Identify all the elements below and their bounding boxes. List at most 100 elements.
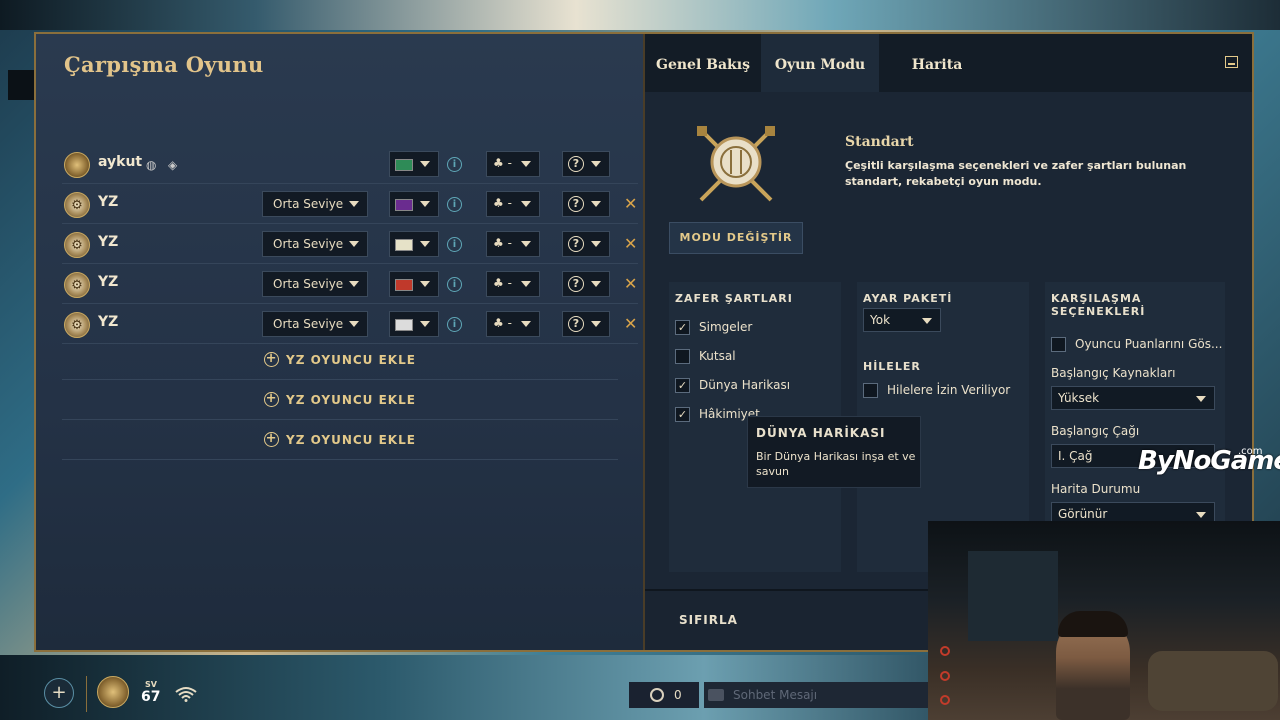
victory-label: Dünya Harikası xyxy=(699,378,791,392)
tab-game-mode[interactable]: Oyun Modu xyxy=(761,34,879,92)
add-ai-label: YZ OYUNCU EKLE xyxy=(286,392,416,407)
add-ai-player-button[interactable]: + YZ OYUNCU EKLE xyxy=(62,420,618,460)
civilization-dropdown[interactable] xyxy=(389,311,439,337)
add-button[interactable]: + xyxy=(44,678,74,708)
info-icon[interactable]: i xyxy=(447,197,462,212)
difficulty-dropdown[interactable]: Orta Seviye xyxy=(262,271,368,297)
civilization-dropdown[interactable] xyxy=(389,231,439,257)
team-icon: ♣ - xyxy=(493,276,512,290)
webcam-streamer-hair xyxy=(1058,611,1128,637)
color-dropdown[interactable]: ? xyxy=(562,151,610,177)
tab-map[interactable]: Harita xyxy=(879,34,995,92)
tab-overview[interactable]: Genel Bakış xyxy=(645,34,761,92)
team-value: - xyxy=(507,276,512,290)
ai-avatar-icon: ⚙ xyxy=(64,312,90,338)
difficulty-dropdown[interactable]: Orta Seviye xyxy=(262,191,368,217)
question-icon: ? xyxy=(568,196,584,212)
webcam-overlay xyxy=(928,521,1280,720)
civilization-dropdown[interactable] xyxy=(389,271,439,297)
team-dropdown[interactable]: ♣ - xyxy=(486,231,540,257)
victory-checkbox[interactable] xyxy=(675,349,690,364)
online-count: 0 xyxy=(674,688,682,702)
civilization-dropdown[interactable] xyxy=(389,191,439,217)
info-icon[interactable]: i xyxy=(447,317,462,332)
start-resources-dropdown[interactable]: Yüksek xyxy=(1051,386,1215,410)
remove-player-button[interactable]: ✕ xyxy=(624,234,637,253)
player-name: YZ xyxy=(98,274,119,290)
start-resources-value: Yüksek xyxy=(1058,391,1100,405)
team-icon: ♣ - xyxy=(493,236,512,250)
team-dropdown[interactable]: ♣ - xyxy=(486,191,540,217)
friends-icon xyxy=(650,688,664,702)
victory-checkbox[interactable]: ✓ xyxy=(675,320,690,335)
mode-name: Standart xyxy=(845,134,914,150)
difficulty-value: Orta Seviye xyxy=(273,277,344,291)
info-icon[interactable]: i xyxy=(447,237,462,252)
show-scores-label: Oyuncu Puanlarını Gös... xyxy=(1075,337,1223,351)
match-options-column: KARŞILAŞMA SEÇENEKLERİ Oyuncu Puanlarını… xyxy=(1045,282,1225,554)
color-dropdown[interactable]: ? xyxy=(562,311,610,337)
question-icon: ? xyxy=(568,156,584,172)
preset-header: AYAR PAKETİ xyxy=(863,292,953,305)
civ-flag-icon xyxy=(395,279,413,291)
cheats-header: HİLELER xyxy=(863,360,921,373)
crossed-swords-shield-icon xyxy=(697,126,775,202)
wifi-icon xyxy=(175,687,197,702)
chevron-down-icon xyxy=(591,281,601,287)
profile-avatar[interactable] xyxy=(97,676,129,708)
online-count-box[interactable] xyxy=(629,682,699,708)
team-dropdown[interactable]: ♣ - xyxy=(486,311,540,337)
reset-button[interactable]: SIFIRLA xyxy=(679,613,738,627)
victory-header: ZAFER ŞARTLARI xyxy=(675,292,793,305)
difficulty-dropdown[interactable]: Orta Seviye xyxy=(262,311,368,337)
players-panel: Çarpışma Oyunu aykut ◍ ◈ i ♣ -? ⚙ YZ Orta Seviy… xyxy=(36,34,645,650)
map-state-label: Harita Durumu xyxy=(1051,482,1141,496)
question-icon: ? xyxy=(568,236,584,252)
tooltip-body: Bir Dünya Harikası inşa et ve savun xyxy=(756,450,916,478)
background-top xyxy=(0,0,1280,30)
wonder-tooltip: DÜNYA HARİKASI Bir Dünya Harikası inşa e… xyxy=(747,416,921,488)
level-value: 67 xyxy=(141,689,161,705)
color-dropdown[interactable]: ? xyxy=(562,191,610,217)
add-ai-label: YZ OYUNCU EKLE xyxy=(286,432,416,447)
cheats-checkbox[interactable] xyxy=(863,383,878,398)
background-left-edge xyxy=(8,70,34,100)
civ-flag-icon xyxy=(395,159,413,171)
tab-bar: Genel Bakış Oyun Modu Harita xyxy=(645,34,1252,92)
civilization-dropdown[interactable] xyxy=(389,151,439,177)
webcam-sofa xyxy=(1148,651,1278,711)
globe-icon: ◍ xyxy=(146,158,157,172)
change-mode-button[interactable]: MODU DEĞİŞTİR xyxy=(669,222,803,254)
chevron-down-icon xyxy=(349,281,359,287)
civ-flag-icon xyxy=(395,239,413,251)
add-ai-player-button[interactable]: + YZ OYUNCU EKLE xyxy=(62,380,618,420)
remove-player-button[interactable]: ✕ xyxy=(624,274,637,293)
difficulty-dropdown[interactable]: Orta Seviye xyxy=(262,231,368,257)
team-dropdown[interactable]: ♣ - xyxy=(486,151,540,177)
match-options-header: KARŞILAŞMA SEÇENEKLERİ xyxy=(1051,292,1146,318)
player-name: aykut xyxy=(98,154,143,170)
chat-bubble-icon xyxy=(708,689,724,701)
victory-checkbox[interactable]: ✓ xyxy=(675,378,690,393)
team-icon: ♣ - xyxy=(493,316,512,330)
victory-checkbox[interactable]: ✓ xyxy=(675,407,690,422)
minimize-button[interactable] xyxy=(1225,56,1238,68)
remove-player-button[interactable]: ✕ xyxy=(624,314,637,333)
preset-dropdown[interactable]: Yok xyxy=(863,308,941,332)
ai-avatar-icon: ⚙ xyxy=(64,272,90,298)
chevron-down-icon xyxy=(521,201,531,207)
player-row: aykut ◍ ◈ i ♣ -? xyxy=(62,146,638,184)
difficulty-value: Orta Seviye xyxy=(273,317,344,331)
info-icon[interactable]: i xyxy=(447,277,462,292)
info-icon[interactable]: i xyxy=(447,157,462,172)
team-dropdown[interactable]: ♣ - xyxy=(486,271,540,297)
ai-avatar-icon: ⚙ xyxy=(64,192,90,218)
remove-player-button[interactable]: ✕ xyxy=(624,194,637,213)
plus-icon: + xyxy=(264,391,280,407)
game-title: Çarpışma Oyunu xyxy=(64,52,264,77)
color-dropdown[interactable]: ? xyxy=(562,271,610,297)
add-ai-player-button[interactable]: + YZ OYUNCU EKLE xyxy=(62,340,618,380)
color-dropdown[interactable]: ? xyxy=(562,231,610,257)
chevron-down-icon xyxy=(420,281,430,287)
show-scores-checkbox[interactable] xyxy=(1051,337,1066,352)
